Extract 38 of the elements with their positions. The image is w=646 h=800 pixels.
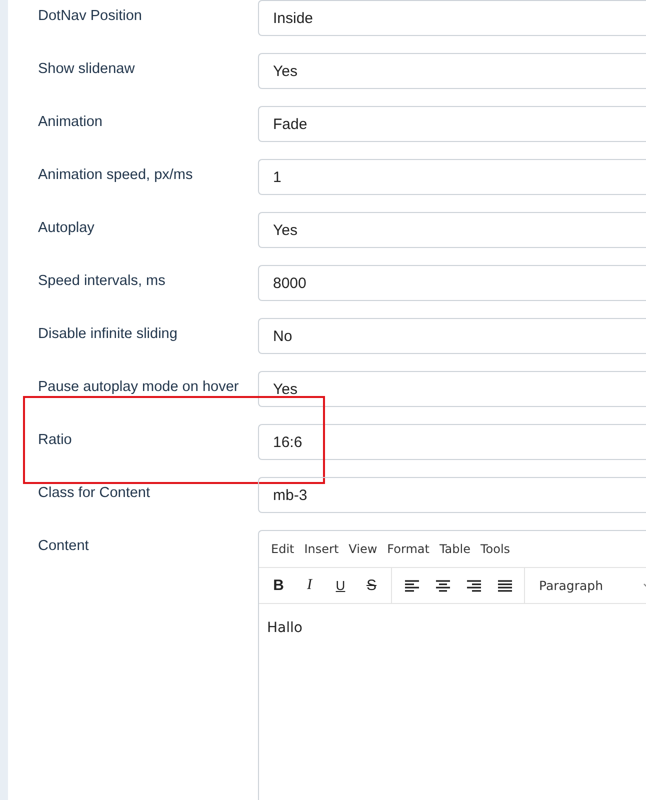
align-left-icon bbox=[404, 580, 418, 592]
input-field[interactable]: Inside bbox=[258, 0, 646, 36]
field-label: Animation bbox=[38, 113, 104, 132]
menu-item[interactable]: Table bbox=[435, 540, 474, 558]
menu-item[interactable]: Format bbox=[383, 540, 434, 558]
menu-item[interactable]: Edit bbox=[267, 540, 298, 558]
field-label: Animation speed, px/ms bbox=[38, 166, 194, 185]
input-field[interactable]: No bbox=[258, 318, 646, 354]
editor-text: Hallo bbox=[267, 620, 302, 636]
editor-text-area[interactable]: Hallo bbox=[259, 604, 646, 800]
input-field[interactable]: 1 bbox=[258, 159, 646, 195]
align-center-icon bbox=[436, 580, 450, 592]
block-format-dropdown[interactable]: Paragraph bbox=[525, 568, 646, 603]
field-label: Class for Content bbox=[38, 484, 152, 503]
field-label: Pause autoplay mode on hover bbox=[38, 378, 240, 397]
field-label: Autoplay bbox=[38, 219, 96, 238]
field-label: Disable infinite sliding bbox=[38, 325, 178, 344]
underline-button[interactable]: U bbox=[325, 572, 356, 600]
align-justify-icon bbox=[498, 580, 512, 592]
input-field[interactable]: Yes bbox=[258, 212, 646, 248]
input-field[interactable]: Yes bbox=[258, 371, 646, 407]
italic-button[interactable]: I bbox=[294, 572, 325, 600]
input-field[interactable]: Yes bbox=[258, 53, 646, 89]
input-field[interactable]: 16:6 bbox=[258, 424, 646, 460]
field-label: DotNav Position bbox=[38, 7, 143, 26]
input-field[interactable]: 8000 bbox=[258, 265, 646, 301]
field-label: Show slidenaw bbox=[38, 60, 136, 79]
field-label: Content bbox=[38, 537, 90, 556]
align-right-icon bbox=[466, 580, 480, 592]
field-label: Speed intervals, ms bbox=[38, 272, 166, 291]
menu-item[interactable]: View bbox=[344, 540, 382, 558]
bold-button[interactable]: B bbox=[263, 572, 294, 600]
strike-button[interactable]: S bbox=[356, 572, 387, 600]
menu-item[interactable]: Tools bbox=[476, 540, 514, 558]
input-field[interactable]: mb-3 bbox=[258, 477, 646, 513]
menu-item[interactable]: Insert bbox=[300, 540, 343, 558]
field-label: Ratio bbox=[38, 431, 73, 450]
input-field[interactable]: Fade bbox=[258, 106, 646, 142]
